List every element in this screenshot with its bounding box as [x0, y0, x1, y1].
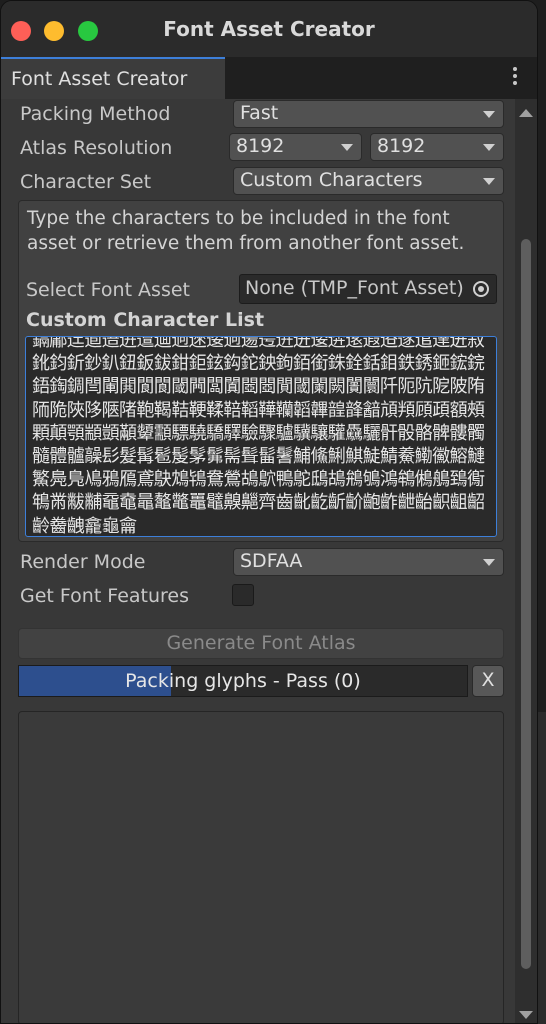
- window-title: Font Asset Creator: [163, 17, 375, 41]
- custom-character-list-text: 鎘鄘迋逌逜逬邅逥迵逨逶迵逿遌逬迸逶逩逺遐逧遂逭達迸叙鈋鈞釿鈔釟鈕鈑鈸鉗鉅鉉鈎鉈鉠…: [32, 336, 485, 537]
- progress-text: Packing glyphs - Pass (0): [125, 670, 361, 692]
- chevron-down-icon: [483, 144, 495, 151]
- generate-font-atlas-button[interactable]: Generate Font Atlas: [18, 628, 504, 659]
- packing-method-label: Packing Method: [20, 103, 171, 125]
- character-set-dropdown[interactable]: Custom Characters: [233, 167, 504, 195]
- custom-character-list-label: Custom Character List: [26, 309, 265, 331]
- font-asset-object-field[interactable]: None (TMP_Font Asset): [239, 274, 497, 304]
- tab-font-asset-creator[interactable]: Font Asset Creator: [1, 57, 225, 99]
- render-mode-label: Render Mode: [20, 551, 146, 573]
- render-mode-value: SDFAA: [240, 550, 303, 572]
- chevron-down-icon: [483, 559, 495, 566]
- atlas-resolution-label: Atlas Resolution: [20, 137, 173, 159]
- scrollbar-thumb[interactable]: [521, 239, 531, 969]
- object-picker-icon[interactable]: [466, 275, 496, 303]
- custom-character-list-textarea[interactable]: 鎘鄘迋逌逜逬邅逥迵逨逶迵逿遌逬迸逶逩逺遐逧遂逭達迸叙鈋鈞釿鈔釟鈕鈑鈸鉗鉅鉉鈎鉈鉠…: [25, 336, 497, 537]
- font-asset-creator-window: Font Asset Creator Font Asset Creator Pa…: [0, 0, 538, 1024]
- help-text: Type the characters to be included in th…: [27, 208, 465, 254]
- character-set-value: Custom Characters: [240, 169, 423, 191]
- get-font-features-checkbox[interactable]: [232, 584, 254, 606]
- font-asset-value: None (TMP_Font Asset): [245, 277, 464, 299]
- tab-bar: Font Asset Creator: [1, 57, 537, 99]
- vertical-scrollbar[interactable]: [515, 99, 537, 1023]
- select-font-asset-label: Select Font Asset: [26, 279, 190, 301]
- get-font-features-label: Get Font Features: [20, 585, 190, 607]
- chevron-down-icon: [341, 144, 353, 151]
- atlas-height-dropdown[interactable]: 8192: [370, 133, 504, 161]
- atlas-preview-area: [18, 711, 504, 1023]
- atlas-width-dropdown[interactable]: 8192: [229, 133, 362, 161]
- title-bar: Font Asset Creator: [1, 1, 537, 58]
- atlas-width-value: 8192: [236, 135, 285, 157]
- chevron-down-icon: [483, 111, 495, 118]
- kebab-menu-icon[interactable]: [513, 67, 517, 87]
- progress-bar: Packing glyphs - Pass (0): [18, 665, 468, 697]
- scroll-down-icon[interactable]: [519, 1011, 533, 1019]
- background-window-edge: [538, 712, 546, 1024]
- scroll-up-icon[interactable]: [519, 109, 533, 117]
- packing-method-value: Fast: [240, 102, 279, 124]
- cancel-button[interactable]: X: [472, 665, 504, 697]
- packing-method-dropdown[interactable]: Fast: [233, 100, 504, 128]
- character-set-label: Character Set: [20, 171, 152, 193]
- atlas-height-value: 8192: [377, 135, 426, 157]
- render-mode-dropdown[interactable]: SDFAA: [233, 548, 504, 576]
- chevron-down-icon: [483, 178, 495, 185]
